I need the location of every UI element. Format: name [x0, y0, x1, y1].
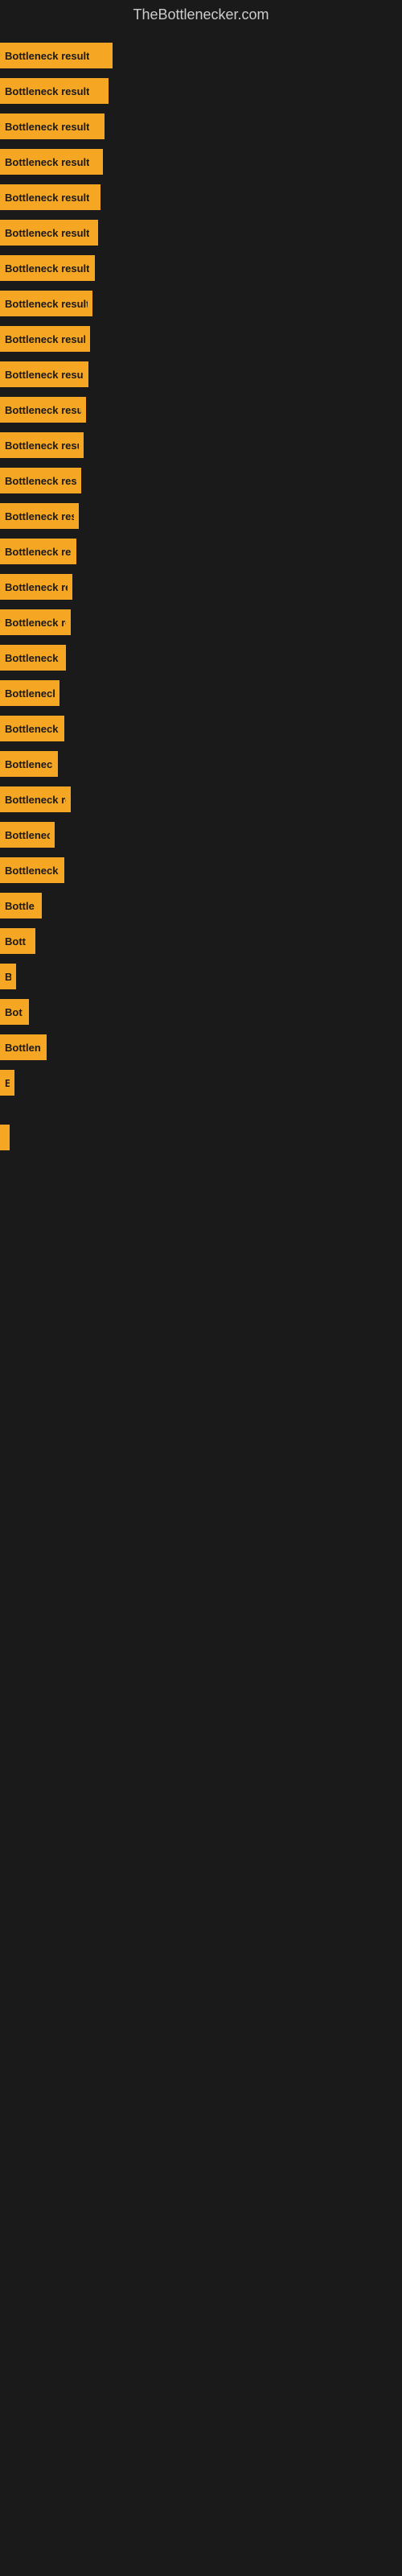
bar-row: Bottleneck result — [0, 498, 402, 534]
bar-row: B — [0, 1065, 402, 1100]
bar-label: Bottleneck result — [5, 85, 89, 97]
bar-label: Bottleneck re — [5, 652, 61, 664]
bar-label: Bottleneck — [5, 687, 55, 700]
bar-row: B — [0, 1120, 402, 1155]
bar-row: Bottleneck resu — [0, 782, 402, 817]
bar-row: Bottleneck — [0, 675, 402, 711]
bar-row — [0, 1165, 402, 1174]
bar-row — [0, 1174, 402, 1184]
bottleneck-bar: Bottleneck result — [0, 503, 79, 529]
bottleneck-bar: Bottleneck result — [0, 78, 109, 104]
bar-label: Bottleneck r — [5, 758, 53, 770]
bottleneck-bar: Bottleneck result — [0, 255, 95, 281]
bar-label: Bott — [5, 935, 26, 947]
bar-row: Bottleneck resu — [0, 569, 402, 605]
bottleneck-bar: Bottleneck result — [0, 468, 81, 493]
bar-label: Bottleneck result — [5, 121, 89, 133]
bar-label: Bottleneck result — [5, 192, 89, 204]
bottleneck-bar: B — [0, 964, 16, 989]
bar-row: Bottleneck result — [0, 73, 402, 109]
bottleneck-bar: B — [0, 1125, 10, 1150]
bottleneck-bar: Bot — [0, 999, 29, 1025]
bottleneck-bar: Bottleneck result — [0, 539, 76, 564]
bar-row: Bottleneck result — [0, 357, 402, 392]
bar-label: Bottleneck result — [5, 262, 89, 275]
bottleneck-bar: Bott — [0, 928, 35, 954]
page-title: TheBottlenecker.com — [0, 0, 402, 30]
bars-container: Bottleneck result Bottleneck result Bottle… — [0, 30, 402, 1192]
bar-row: B — [0, 959, 402, 994]
bar-label: Bottleneck res — [5, 723, 59, 735]
bar-row: Bottleneck result — [0, 144, 402, 180]
bar-row: Bottleneck result — [0, 38, 402, 73]
bar-label: Bottleneck result — [5, 156, 89, 168]
bar-label: Bottleneck resu — [5, 794, 66, 806]
bottleneck-bar: Bottleneck result — [0, 184, 100, 210]
bottleneck-bar: Bottleneck result — [0, 397, 86, 423]
bar-row: Bottleneck result — [0, 463, 402, 498]
bar-row: Bottleneck r — [0, 746, 402, 782]
bar-row: Bottleneck re — [0, 640, 402, 675]
bar-row: Bottleneck res — [0, 711, 402, 746]
bottleneck-bar: Bottleneck r — [0, 751, 58, 777]
bar-label: Bottlen — [5, 1042, 41, 1054]
bar-row: Bottlenec — [0, 817, 402, 852]
bar-row: Bott — [0, 923, 402, 959]
bar-row: Bottleneck result — [0, 215, 402, 250]
bar-row: Bottleneck result — [0, 392, 402, 427]
bar-label: B — [5, 971, 11, 983]
bottleneck-bar: Bottleneck result — [0, 220, 98, 246]
bar-label: Bottleneck result — [5, 404, 81, 416]
bottleneck-bar: Bottleneck result — [0, 149, 103, 175]
bar-row: Bottleneck result — [0, 250, 402, 286]
bar-row: Bottleneck result — [0, 427, 402, 463]
bar-label: Bottle — [5, 900, 35, 912]
bar-label: Bottleneck result — [5, 369, 84, 381]
bottleneck-bar: Bottleneck res — [0, 716, 64, 741]
bar-row: Bottleneck result — [0, 180, 402, 215]
bar-label: Bottleneck result — [5, 440, 79, 452]
bar-label: Bottleneck result — [5, 510, 74, 522]
bottleneck-bar: Bottleneck result — [0, 609, 71, 635]
bar-label: Bottleneck result — [5, 475, 76, 487]
bar-label: Bottleneck result — [5, 298, 88, 310]
bar-row: Bottleneck re — [0, 852, 402, 888]
bar-label: B — [5, 1077, 10, 1089]
bottleneck-bar: Bottleneck result — [0, 114, 105, 139]
bar-label: Bottleneck result — [5, 333, 85, 345]
bar-row: Bottleneck result — [0, 109, 402, 144]
bar-row: Bottleneck result — [0, 321, 402, 357]
bottleneck-bar: Bottleneck re — [0, 645, 66, 671]
bar-label: Bottlenec — [5, 829, 50, 841]
bottleneck-bar: Bottleneck result — [0, 326, 90, 352]
bottleneck-bar: Bottleneck — [0, 680, 59, 706]
bottleneck-bar: Bottleneck resu — [0, 786, 71, 812]
bottleneck-bar: Bottleneck re — [0, 857, 64, 883]
bottleneck-bar: Bottle — [0, 893, 42, 919]
bottleneck-bar: Bottleneck result — [0, 291, 92, 316]
bottleneck-bar: Bottleneck result — [0, 43, 113, 68]
bottleneck-bar: Bottleneck result — [0, 361, 88, 387]
bottleneck-bar: Bottleneck resu — [0, 574, 72, 600]
bottleneck-bar: Bottleneck result — [0, 432, 84, 458]
bar-row: Bottleneck result — [0, 286, 402, 321]
bar-row — [0, 1155, 402, 1165]
bottleneck-bar: Bottlen — [0, 1034, 47, 1060]
bottleneck-bar: Bottlenec — [0, 822, 55, 848]
bar-row: Bottle — [0, 888, 402, 923]
bar-label: Bot — [5, 1006, 23, 1018]
bar-label: Bottleneck result — [5, 546, 72, 558]
bar-label: Bottleneck result — [5, 227, 89, 239]
bar-row: Bot — [0, 994, 402, 1030]
bar-label: Bottleneck resu — [5, 581, 68, 593]
bar-row — [0, 1100, 402, 1110]
bar-label: Bottleneck result — [5, 617, 66, 629]
bar-label: Bottleneck result — [5, 50, 89, 62]
bar-row: Bottlen — [0, 1030, 402, 1065]
bar-label: Bottleneck re — [5, 865, 59, 877]
bottleneck-bar: B — [0, 1070, 14, 1096]
bar-row: Bottleneck result — [0, 534, 402, 569]
bar-row — [0, 1110, 402, 1120]
bar-row: Bottleneck result — [0, 605, 402, 640]
